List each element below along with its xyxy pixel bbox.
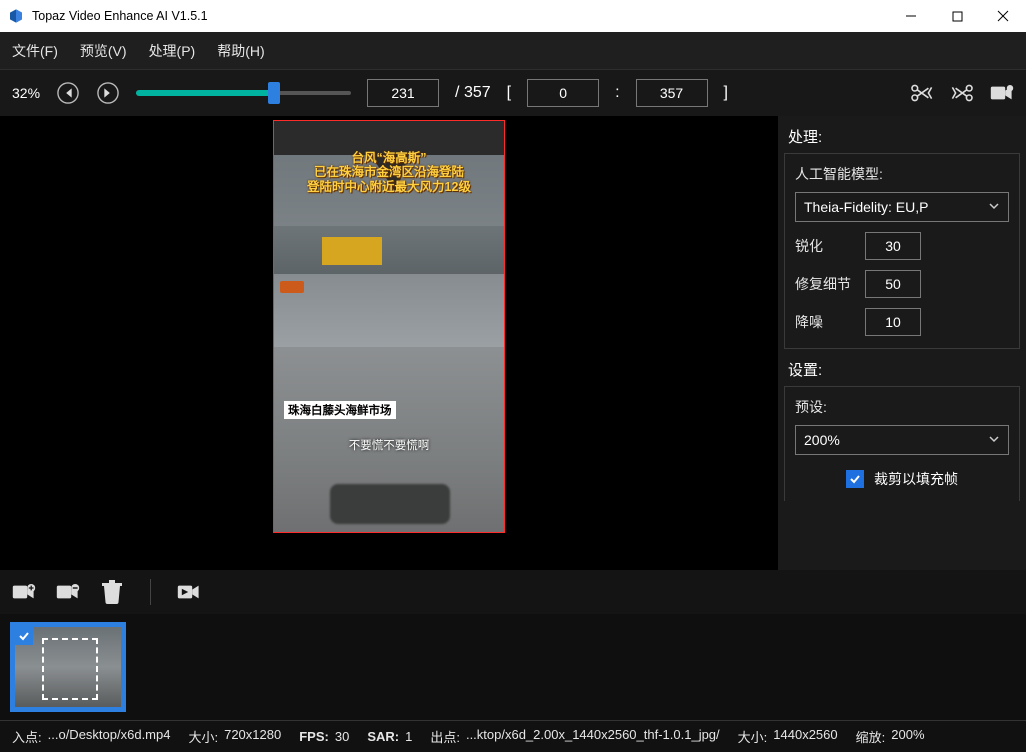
- crop-to-fill-checkbox[interactable]: [846, 470, 864, 488]
- ai-model-label: 人工智能模型:: [795, 164, 1009, 184]
- close-button[interactable]: [980, 0, 1026, 32]
- out-size-label: 大小:: [738, 727, 768, 746]
- preset-value: 200%: [804, 432, 840, 448]
- playback-toolbar: 32% 231 / 357 [ 0 : 357 ]: [0, 70, 1026, 116]
- sharpen-label: 锐化: [795, 236, 855, 256]
- process-clip-button[interactable]: [177, 580, 201, 604]
- thumbnail-checkbox[interactable]: [15, 627, 33, 645]
- denoise-input[interactable]: 10: [865, 308, 921, 336]
- preset-select[interactable]: 200%: [795, 425, 1009, 455]
- in-point-input[interactable]: 0: [527, 79, 599, 107]
- sar-value: 1: [405, 729, 412, 744]
- out-size-value: 1440x2560: [773, 727, 837, 746]
- processing-group: 人工智能模型: Theia-Fidelity: EU,P 锐化 30 修复细节 …: [784, 153, 1020, 349]
- settings-title: 设置:: [788, 359, 1016, 380]
- chevron-down-icon: [988, 199, 1000, 215]
- add-clip-button[interactable]: [12, 580, 36, 604]
- current-frame-input[interactable]: 231: [367, 79, 439, 107]
- maximize-button[interactable]: [934, 0, 980, 32]
- remove-clip-button[interactable]: [56, 580, 80, 604]
- overlay-headline: 台风“海高斯” 已在珠海市金湾区沿海登陆 登陆时中心附近最大风力12级: [274, 151, 504, 194]
- cut-in-button[interactable]: [910, 81, 934, 105]
- bracket-left: [: [507, 84, 511, 102]
- in-path: ...o/Desktop/x6d.mp4: [48, 727, 171, 746]
- clip-toolbar: [0, 570, 1026, 614]
- bracket-right: ]: [724, 84, 728, 102]
- settings-group: 预设: 200% 裁剪以填充帧: [784, 386, 1020, 501]
- clip-thumbnails: [0, 614, 1026, 720]
- detail-label: 修复细节: [795, 274, 855, 294]
- ai-model-select[interactable]: Theia-Fidelity: EU,P: [795, 192, 1009, 222]
- preset-label: 预设:: [795, 397, 1009, 417]
- menu-process[interactable]: 处理(P): [149, 41, 196, 61]
- preview-area: 台风“海高斯” 已在珠海市金湾区沿海登陆 登陆时中心附近最大风力12级 珠海白藤…: [0, 116, 778, 570]
- menu-help[interactable]: 帮助(H): [217, 41, 264, 61]
- in-size-value: 720x1280: [224, 727, 281, 746]
- menu-bar: 文件(F) 预览(V) 处理(P) 帮助(H): [0, 32, 1026, 70]
- out-label: 出点:: [430, 727, 460, 746]
- ai-model-value: Theia-Fidelity: EU,P: [804, 199, 928, 215]
- range-colon: :: [615, 84, 619, 102]
- out-point-input[interactable]: 357: [636, 79, 708, 107]
- toolbar-separator: [150, 579, 151, 605]
- in-label: 入点:: [12, 727, 42, 746]
- overlay-caption-location: 珠海白藤头海鲜市场: [284, 401, 396, 419]
- cut-out-button[interactable]: [950, 81, 974, 105]
- side-panel: 处理: 人工智能模型: Theia-Fidelity: EU,P 锐化 30 修…: [778, 116, 1026, 570]
- next-frame-button[interactable]: [96, 81, 120, 105]
- record-button[interactable]: [990, 81, 1014, 105]
- fps-value: 30: [335, 729, 349, 744]
- frame-separator: / 357: [455, 84, 491, 102]
- in-size-label: 大小:: [188, 727, 218, 746]
- app-logo-icon: [8, 8, 24, 24]
- window-title: Topaz Video Enhance AI V1.5.1: [32, 9, 208, 23]
- fps-label: FPS:: [299, 729, 329, 744]
- sharpen-input[interactable]: 30: [865, 232, 921, 260]
- denoise-label: 降噪: [795, 312, 855, 332]
- chevron-down-icon: [988, 432, 1000, 448]
- sar-label: SAR:: [367, 729, 399, 744]
- title-bar: Topaz Video Enhance AI V1.5.1: [0, 0, 1026, 32]
- overlay-caption-subtitle: 不要慌不要慌啊: [274, 437, 504, 453]
- status-bar: 入点: ...o/Desktop/x6d.mp4 大小: 720x1280 FPS:…: [0, 720, 1026, 752]
- out-path: ...ktop/x6d_2.00x_1440x2560_thf-1.0.1_jp…: [466, 727, 720, 746]
- minimize-button[interactable]: [888, 0, 934, 32]
- scale-label: 缩放:: [856, 727, 886, 746]
- processing-title: 处理:: [788, 126, 1016, 147]
- crop-overlay-icon: [42, 638, 98, 700]
- detail-input[interactable]: 50: [865, 270, 921, 298]
- video-frame: 台风“海高斯” 已在珠海市金湾区沿海登陆 登陆时中心附近最大风力12级 珠海白藤…: [273, 120, 505, 533]
- prev-frame-button[interactable]: [56, 81, 80, 105]
- crop-to-fill-label: 裁剪以填充帧: [874, 469, 958, 489]
- menu-preview[interactable]: 预览(V): [80, 41, 127, 61]
- scale-value: 200%: [891, 727, 924, 746]
- menu-file[interactable]: 文件(F): [12, 41, 58, 61]
- clip-thumbnail[interactable]: [10, 622, 126, 712]
- zoom-level: 32%: [12, 85, 40, 101]
- delete-clip-button[interactable]: [100, 580, 124, 604]
- timeline-slider[interactable]: [136, 84, 351, 102]
